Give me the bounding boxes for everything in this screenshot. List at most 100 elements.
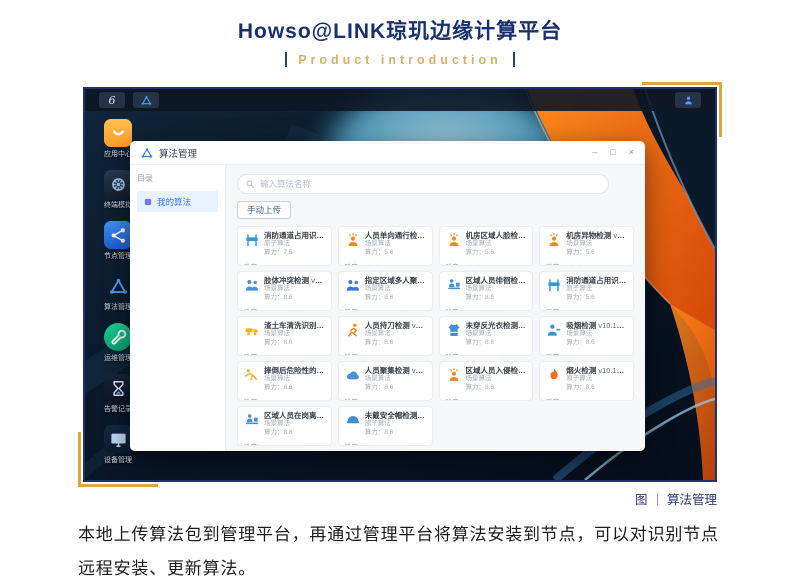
window-titlebar: 算法管理 – □ ×	[130, 141, 645, 165]
difficulty-label: 难度：	[244, 306, 264, 311]
star-icon: ★	[266, 308, 274, 311]
algorithm-card[interactable]: 区域人员在岗离岗检测 v10... 场景算法 算力：8.6 难度： ★★★★★	[237, 406, 332, 446]
algorithm-power: 算力：8.6	[264, 429, 325, 437]
algorithm-type: 场景算法	[264, 375, 325, 383]
minimize-button[interactable]: –	[592, 148, 597, 157]
page-subtitle: Product introduction	[0, 52, 800, 67]
algorithm-card[interactable]: 摔倒后危险性的可能性判定 ... 场景算法 算力：8.6 难度： ★★★★★	[237, 361, 332, 401]
taskbar-howso-app[interactable]: 6	[99, 92, 125, 108]
difficulty-stars: ★★★★★	[568, 257, 609, 266]
algorithm-type: 场景算法	[365, 240, 426, 248]
difficulty-row: 难度： ★★★★★	[546, 302, 627, 311]
star-icon: ★	[290, 443, 298, 446]
algorithm-title: 人员聚集检测	[365, 366, 410, 375]
algorithm-card[interactable]: 渣土车清洗识别 v10.15_6.3 场景算法 算力：8.6 难度： ★★★★★	[237, 316, 332, 356]
star-icon: ★	[298, 353, 306, 356]
algorithm-type: 场景算法	[264, 420, 325, 428]
algorithm-icon	[546, 277, 562, 293]
difficulty-stars: ★★★★★	[568, 392, 609, 401]
star-icon: ★	[568, 353, 576, 356]
star-icon: ★	[600, 398, 608, 401]
desktop-icon-glyph	[109, 277, 128, 296]
difficulty-row: 难度： ★★★★★	[244, 302, 325, 311]
star-icon: ★	[500, 263, 508, 266]
star-icon: ★	[298, 308, 306, 311]
algorithm-title: 区域人员入侵检测	[466, 366, 526, 375]
algorithm-power: 算力：5.6	[566, 249, 627, 257]
algorithm-version: v10.17_6.3	[412, 366, 426, 375]
algorithm-title: 摔倒后危险性的可能性判定 ...	[264, 366, 325, 375]
algorithm-card[interactable]: 机房区域人脸检测 v10.24_6.3 场景算法 算力：5.6 难度： ★★★★…	[439, 226, 534, 266]
star-icon: ★	[391, 398, 399, 401]
difficulty-stars: ★★★★★	[467, 392, 508, 401]
algorithm-icon	[345, 232, 361, 248]
star-icon: ★	[391, 263, 399, 266]
algorithm-title: 机房异物检测	[566, 231, 611, 240]
algorithm-title: 消防通道占用识别	[566, 276, 626, 285]
algorithm-icon	[244, 277, 260, 293]
star-icon: ★	[500, 398, 508, 401]
algorithm-power: 算力：7.5	[264, 249, 325, 257]
taskbar-algorithm-app[interactable]	[133, 92, 159, 108]
algorithm-title: 人员持刀检测	[365, 321, 410, 330]
algorithm-card[interactable]: 吸烟检测 v10.13_6.3 场景算法 算力：8.6 难度： ★★★★★	[539, 316, 634, 356]
algorithm-card[interactable]: 人员聚集检测 v10.17_6.3 场景算法 算力：8.6 难度： ★★★★★	[338, 361, 433, 401]
algorithm-card[interactable]: 消防通道占用识别 v10.19_6.3 原子算法 算力：5.6 难度： ★★★★…	[539, 271, 634, 311]
desktop-icon-label: 节点管理	[104, 251, 132, 261]
algorithm-card[interactable]: 未穿反光衣检测 v10.12_6.3 场景算法 算力：8.6 难度： ★★★★★	[439, 316, 534, 356]
sidebar-section-label: 目录	[137, 173, 218, 184]
star-icon: ★	[383, 353, 391, 356]
search-input[interactable]	[237, 174, 609, 194]
taskbar-user-button[interactable]	[675, 92, 701, 108]
algorithm-card-grid: 消防通道占用识别 v10.18_6.3 原子算法 算力：7.5 难度： ★★★★…	[237, 226, 634, 446]
desktop-icon-label: 算法管理	[104, 302, 132, 312]
algorithm-icon	[446, 367, 462, 383]
star-icon: ★	[568, 263, 576, 266]
desktop-icon-tile	[104, 119, 132, 147]
sidebar-item-my-algorithms[interactable]: 我的算法	[137, 191, 218, 212]
maximize-button[interactable]: □	[610, 148, 615, 157]
manual-upload-button[interactable]: 手动上传	[237, 201, 291, 219]
algorithm-card[interactable]: 未戴安全帽检测 v10.12_6.3 原子算法 算力：8.6 难度： ★★★★★	[338, 406, 433, 446]
algorithm-card[interactable]: 区域人员徘徊检测 v10.18_6.3 场景算法 算力：8.6 难度： ★★★★…	[439, 271, 534, 311]
difficulty-stars: ★★★★★	[266, 437, 307, 446]
difficulty-label: 难度：	[546, 261, 566, 266]
difficulty-label: 难度：	[546, 396, 566, 401]
star-icon: ★	[374, 398, 382, 401]
desktop-icon-glyph	[109, 175, 128, 194]
algorithm-icon	[345, 412, 361, 428]
description-paragraph: 本地上传算法包到管理平台，再通过管理平台将算法安装到节点，可以对识别节点远程安装…	[78, 518, 722, 586]
star-icon: ★	[467, 308, 475, 311]
algorithm-card[interactable]: 人员单向通行检测 v10.24_6.3 场景算法 算力：5.6 难度： ★★★★…	[338, 226, 433, 266]
difficulty-stars: ★★★★★	[568, 347, 609, 356]
desktop-icon-tile	[104, 221, 132, 249]
star-icon: ★	[399, 443, 407, 446]
algorithm-power: 算力：8.6	[264, 384, 325, 392]
algorithm-card[interactable]: 人员持刀检测 v10.12_6.3 场景算法 算力：8.6 难度： ★★★★★	[338, 316, 433, 356]
algorithm-version: v10.17_6.3	[598, 366, 627, 375]
star-icon: ★	[483, 308, 491, 311]
algorithm-icon	[345, 277, 361, 293]
algorithm-card[interactable]: 指定区域多人聚集检测 v10... 场景算法 算力：8.6 难度： ★★★★★	[338, 271, 433, 311]
page: Howso@LINK琼玑边缘计算平台 Product introduction	[0, 0, 800, 588]
desktop-icon-tile	[104, 323, 132, 351]
algorithm-card[interactable]: 机房异物检测 v10.24_6.3 场景算法 算力：5.6 难度： ★★★★★	[539, 226, 634, 266]
algorithm-card[interactable]: 烟火检测 v10.17_6.3 原子算法 算力：8.6 难度： ★★★★★	[539, 361, 634, 401]
difficulty-row: 难度： ★★★★★	[345, 392, 426, 401]
algorithm-power: 算力：8.6	[264, 339, 325, 347]
taskbar: 6	[85, 89, 715, 111]
algorithm-icon	[446, 277, 462, 293]
algorithm-card[interactable]: 肢体冲突检测 v10.19_6.3_2 场景算法 算力：8.6 难度： ★★★★…	[237, 271, 332, 311]
algorithm-power: 算力：8.6	[365, 294, 426, 302]
difficulty-label: 难度：	[446, 306, 466, 311]
algorithm-card[interactable]: 消防通道占用识别 v10.18_6.3 原子算法 算力：7.5 难度： ★★★★…	[237, 226, 332, 266]
difficulty-stars: ★★★★★	[568, 302, 609, 311]
star-icon: ★	[500, 353, 508, 356]
algorithm-type: 场景算法	[365, 330, 426, 338]
algorithm-card[interactable]: 区域人员入侵检测 v10.17_6.. 场景算法 算力：8.6 难度： ★★★★…	[439, 361, 534, 401]
algorithm-title: 机房区域人脸检测	[466, 231, 526, 240]
star-icon: ★	[290, 308, 298, 311]
close-button[interactable]: ×	[629, 148, 634, 157]
difficulty-row: 难度： ★★★★★	[345, 302, 426, 311]
algorithm-title: 未穿反光衣检测	[466, 321, 526, 330]
